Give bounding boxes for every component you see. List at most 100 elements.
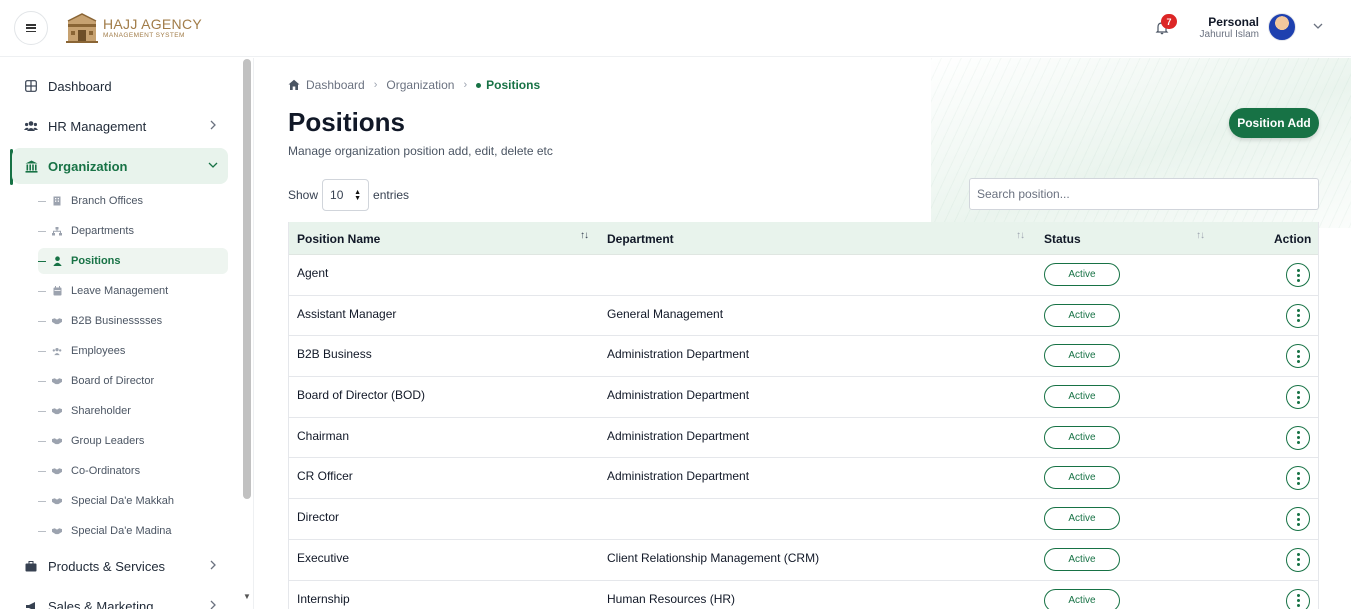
more-actions-button[interactable] [1286,303,1310,328]
status-badge: Active [1044,385,1120,409]
sidebar-subitem-label: Special Da'e Madina [71,525,172,537]
sidebar-item-sales-marketing[interactable]: Sales & Marketing [12,588,228,609]
status-badge: Active [1044,547,1120,571]
main-content: Dashboard › Organization › Positions Pos… [254,58,1351,609]
entries-value: 10 [330,188,344,202]
sidebar-subitem-shareholder[interactable]: Shareholder [38,398,228,424]
sidebar-item-products-services[interactable]: Products & Services [12,548,228,584]
status-badge: Active [1044,263,1120,286]
handshake-icon [52,436,62,446]
sidebar-subitem-label: Shareholder [71,405,131,417]
chevron-right-icon [210,600,216,609]
sidebar-item-dashboard[interactable]: Dashboard [12,68,228,104]
column-header-action: Action [1274,232,1312,246]
grid-icon [24,79,38,93]
entries-select[interactable]: 10 ▲ ▼ [322,179,370,211]
department-cell: Client Relationship Management (CRM) [607,550,820,565]
handshake-icon [52,466,62,476]
position-add-button[interactable]: Position Add [1229,108,1319,138]
sidebar-item-organization[interactable]: Organization [12,148,228,184]
table-row: Chairman Administration Department Activ… [289,418,1318,459]
sidebar-subitem-b2b-businesses[interactable]: B2B Businesssses [38,308,228,334]
table-row: Internship Human Resources (HR) Active [289,581,1318,609]
column-header-position-name[interactable]: Position Name [297,232,380,246]
breadcrumb-dashboard[interactable]: Dashboard [306,78,365,92]
position-name-cell: Internship [297,591,350,606]
breadcrumb-current: Positions [486,78,541,92]
status-badge: Active [1044,466,1120,490]
home-icon [288,79,300,90]
column-header-department[interactable]: Department [607,232,674,246]
notification-badge: 7 [1161,14,1177,29]
more-actions-button[interactable] [1286,425,1310,450]
table-row: Director Active [289,499,1318,540]
sidebar-subitem-board-of-director[interactable]: Board of Director [38,368,228,394]
sidebar-subitem-leave-management[interactable]: Leave Management [38,278,228,304]
column-header-status[interactable]: Status [1044,232,1081,246]
chevron-down-icon[interactable] [1312,20,1324,32]
sidebar-subitem-label: Board of Director [71,375,155,387]
status-badge: Active [1044,507,1120,531]
chevron-right-icon: › [373,79,378,91]
sidebar-subitem-label: B2B Businesssses [71,315,163,327]
sidebar-subitem-positions[interactable]: Positions [38,248,228,274]
more-actions-button[interactable] [1286,466,1310,491]
department-cell: Administration Department [607,347,750,362]
more-actions-button[interactable] [1286,344,1310,369]
sidebar: Dashboard HR Management Organization Bra… [0,58,254,609]
menu-toggle-button[interactable] [14,11,48,45]
sort-asc-icon[interactable]: ↑↓ [580,230,589,241]
handshake-icon [52,496,62,506]
sidebar-item-hr-management[interactable]: HR Management [12,108,228,144]
handshake-icon [52,316,62,326]
entries-length-control: Show 10 ▲ ▼ entries [288,179,409,211]
more-actions-button[interactable] [1286,588,1310,609]
more-actions-button[interactable] [1286,385,1310,410]
status-badge: Active [1044,425,1120,449]
position-name-cell: CR Officer [297,469,353,484]
user-icon [52,256,62,266]
position-name-cell: Executive [297,550,350,565]
department-cell: Administration Department [607,428,750,443]
table-row: Agent Active [289,255,1318,296]
sidebar-scroll-thumb[interactable] [243,59,251,499]
breadcrumb-organization[interactable]: Organization [386,78,454,92]
chevron-down-icon [208,162,218,168]
sidebar-subitem-label: Employees [71,345,126,357]
sidebar-subitem-group-leaders[interactable]: Group Leaders [38,428,228,454]
department-cell: General Management [607,306,724,321]
megaphone-icon [24,599,38,609]
department-cell: Human Resources (HR) [607,591,736,606]
table-row: Executive Client Relationship Management… [289,540,1318,581]
top-bar: HAJJ AGENCY MANAGEMENT SYSTEM 7 Personal… [0,0,1351,57]
user-info[interactable]: Personal Jahurul Islam [1199,15,1259,41]
app-logo[interactable]: HAJJ AGENCY MANAGEMENT SYSTEM [64,11,202,45]
sidebar-item-label: Organization [48,158,128,174]
more-actions-button[interactable] [1286,507,1310,532]
users-icon [24,119,38,133]
sort-icon[interactable]: ↑↓ [1016,230,1025,241]
more-actions-button[interactable] [1286,263,1310,287]
sidebar-subitem-co-ordinators[interactable]: Co-Ordinators [38,458,228,484]
status-badge: Active [1044,303,1120,327]
sidebar-subitem-employees[interactable]: Employees [38,338,228,364]
sidebar-item-label: HR Management [48,118,147,134]
more-actions-button[interactable] [1286,547,1310,572]
page-title: Positions [288,107,406,137]
sidebar-subitem-branch-offices[interactable]: Branch Offices [38,188,228,214]
table-row: CR Officer Administration Department Act… [289,458,1318,500]
sort-icon[interactable]: ↑↓ [1196,230,1205,241]
avatar[interactable] [1268,13,1296,41]
sidebar-item-label: Sales & Marketing [48,598,154,609]
sidebar-subitem-special-dae-makkah[interactable]: Special Da'e Makkah [38,488,228,514]
dot-icon [476,82,482,88]
search-input[interactable]: Search position... [969,178,1319,210]
table-row: Board of Director (BOD) Administration D… [289,377,1318,418]
sidebar-subitem-departments[interactable]: Departments [38,218,228,244]
sidebar-subitem-label: Departments [71,225,134,237]
bank-icon [24,159,38,173]
sidebar-subitem-special-dae-madina[interactable]: Special Da'e Madina [38,518,228,544]
user-name: Jahurul Islam [1199,29,1259,41]
department-cell: Administration Department [607,388,750,403]
scroll-down-arrow-icon[interactable]: ▼ [243,592,251,601]
